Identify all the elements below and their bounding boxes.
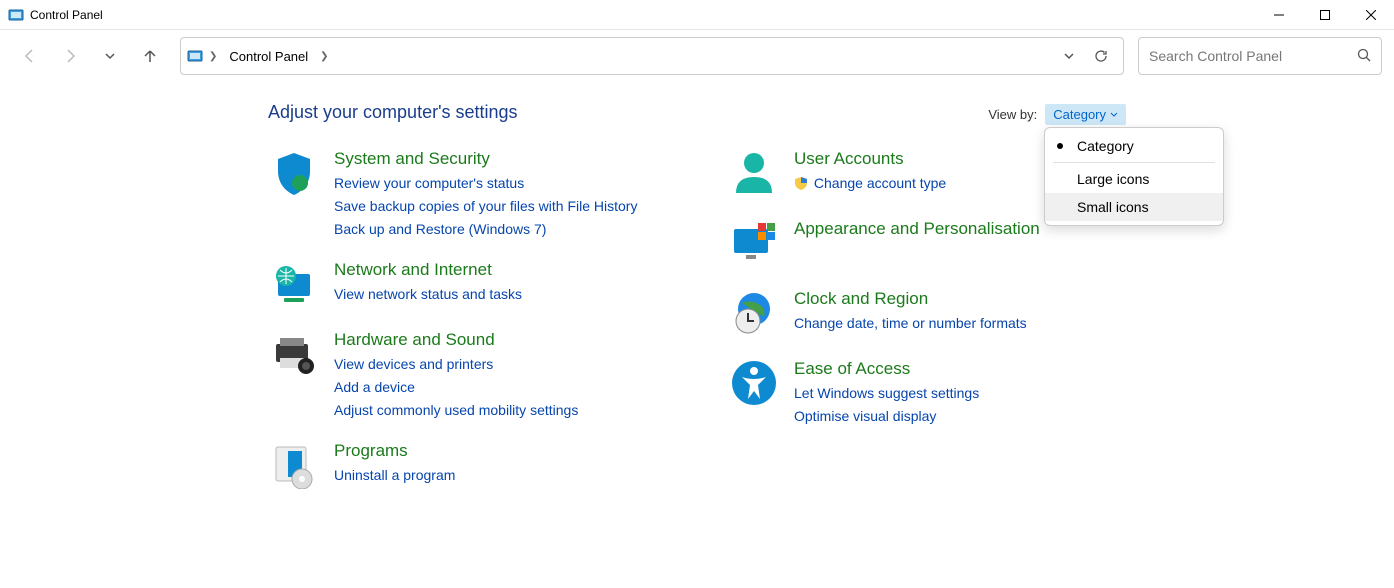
menu-item-label: Small icons (1077, 199, 1149, 215)
view-by: View by: Category (988, 104, 1126, 125)
search-box[interactable] (1138, 37, 1382, 75)
chevron-right-icon[interactable]: ❯ (316, 51, 332, 62)
breadcrumb: ❯ Control Panel ❯ (187, 45, 1053, 68)
link-change-account-type[interactable]: Change account type (794, 173, 946, 194)
category-hardware: Hardware and Sound View devices and prin… (268, 330, 688, 423)
link-optimise-display[interactable]: Optimise visual display (794, 406, 979, 427)
chevron-right-icon[interactable]: ❯ (205, 51, 221, 62)
forward-button[interactable] (52, 38, 88, 74)
menu-item-label: Category (1077, 138, 1134, 154)
category-network: Network and Internet View network status… (268, 260, 688, 312)
back-button[interactable] (12, 38, 48, 74)
control-panel-icon (8, 7, 24, 23)
link-suggest-settings[interactable]: Let Windows suggest settings (794, 383, 979, 404)
breadcrumb-item[interactable]: Control Panel (223, 45, 314, 68)
window-title: Control Panel (30, 8, 103, 22)
menu-item-label: Large icons (1077, 171, 1149, 187)
address-actions (1057, 48, 1117, 64)
globe-clock-icon (728, 289, 780, 341)
menu-item-category[interactable]: Category (1045, 132, 1223, 160)
programs-icon (268, 441, 320, 493)
minimize-button[interactable] (1256, 0, 1302, 30)
toolbar: ❯ Control Panel ❯ (0, 30, 1394, 82)
user-icon (728, 149, 780, 201)
column-left: System and Security Review your computer… (268, 149, 688, 511)
link-mobility[interactable]: Adjust commonly used mobility settings (334, 400, 578, 421)
titlebar: Control Panel (0, 0, 1394, 30)
history-dropdown-icon[interactable] (1057, 50, 1081, 62)
search-icon[interactable] (1357, 48, 1371, 65)
category-title[interactable]: Clock and Region (794, 289, 1027, 309)
menu-separator (1053, 162, 1215, 163)
page-heading: Adjust your computer's settings (268, 102, 1394, 123)
view-by-dropdown[interactable]: Category (1045, 104, 1126, 125)
link-review-status[interactable]: Review your computer's status (334, 173, 637, 194)
address-bar[interactable]: ❯ Control Panel ❯ (180, 37, 1124, 75)
category-clock-region: Clock and Region Change date, time or nu… (728, 289, 1148, 341)
view-by-menu: Category Large icons Small icons (1044, 127, 1224, 226)
category-ease-of-access: Ease of Access Let Windows suggest setti… (728, 359, 1148, 429)
titlebar-left: Control Panel (8, 7, 103, 23)
window-controls (1256, 0, 1394, 30)
link-text: Change account type (814, 175, 946, 191)
category-appearance: Appearance and Personalisation (728, 219, 1148, 271)
categories: System and Security Review your computer… (268, 149, 1394, 511)
shield-icon (268, 149, 320, 201)
uac-shield-icon (794, 175, 808, 189)
category-title[interactable]: System and Security (334, 149, 637, 169)
category-title[interactable]: Network and Internet (334, 260, 522, 280)
menu-item-small-icons[interactable]: Small icons (1045, 193, 1223, 221)
globe-monitor-icon (268, 260, 320, 312)
chevron-down-icon (1110, 111, 1118, 119)
link-file-history[interactable]: Save backup copies of your files with Fi… (334, 196, 637, 217)
link-date-time-formats[interactable]: Change date, time or number formats (794, 313, 1027, 334)
category-title[interactable]: Ease of Access (794, 359, 979, 379)
accessibility-icon (728, 359, 780, 411)
category-programs: Programs Uninstall a program (268, 441, 688, 493)
monitor-palette-icon (728, 219, 780, 271)
content: Adjust your computer's settings View by:… (0, 82, 1394, 511)
close-button[interactable] (1348, 0, 1394, 30)
refresh-icon[interactable] (1089, 48, 1113, 64)
selected-bullet-icon (1057, 143, 1063, 149)
search-input[interactable] (1149, 48, 1339, 64)
category-title[interactable]: Appearance and Personalisation (794, 219, 1040, 239)
view-by-selected: Category (1053, 107, 1106, 122)
breadcrumb-icon (187, 48, 203, 64)
maximize-button[interactable] (1302, 0, 1348, 30)
link-backup-restore[interactable]: Back up and Restore (Windows 7) (334, 219, 637, 240)
link-network-status[interactable]: View network status and tasks (334, 284, 522, 305)
link-uninstall[interactable]: Uninstall a program (334, 465, 455, 486)
recent-dropdown[interactable] (92, 38, 128, 74)
category-title[interactable]: Hardware and Sound (334, 330, 578, 350)
up-button[interactable] (132, 38, 168, 74)
link-devices-printers[interactable]: View devices and printers (334, 354, 578, 375)
link-add-device[interactable]: Add a device (334, 377, 578, 398)
printer-camera-icon (268, 330, 320, 382)
category-system-security: System and Security Review your computer… (268, 149, 688, 242)
view-by-label: View by: (988, 107, 1037, 122)
menu-item-large-icons[interactable]: Large icons (1045, 165, 1223, 193)
category-title[interactable]: User Accounts (794, 149, 946, 169)
category-title[interactable]: Programs (334, 441, 455, 461)
